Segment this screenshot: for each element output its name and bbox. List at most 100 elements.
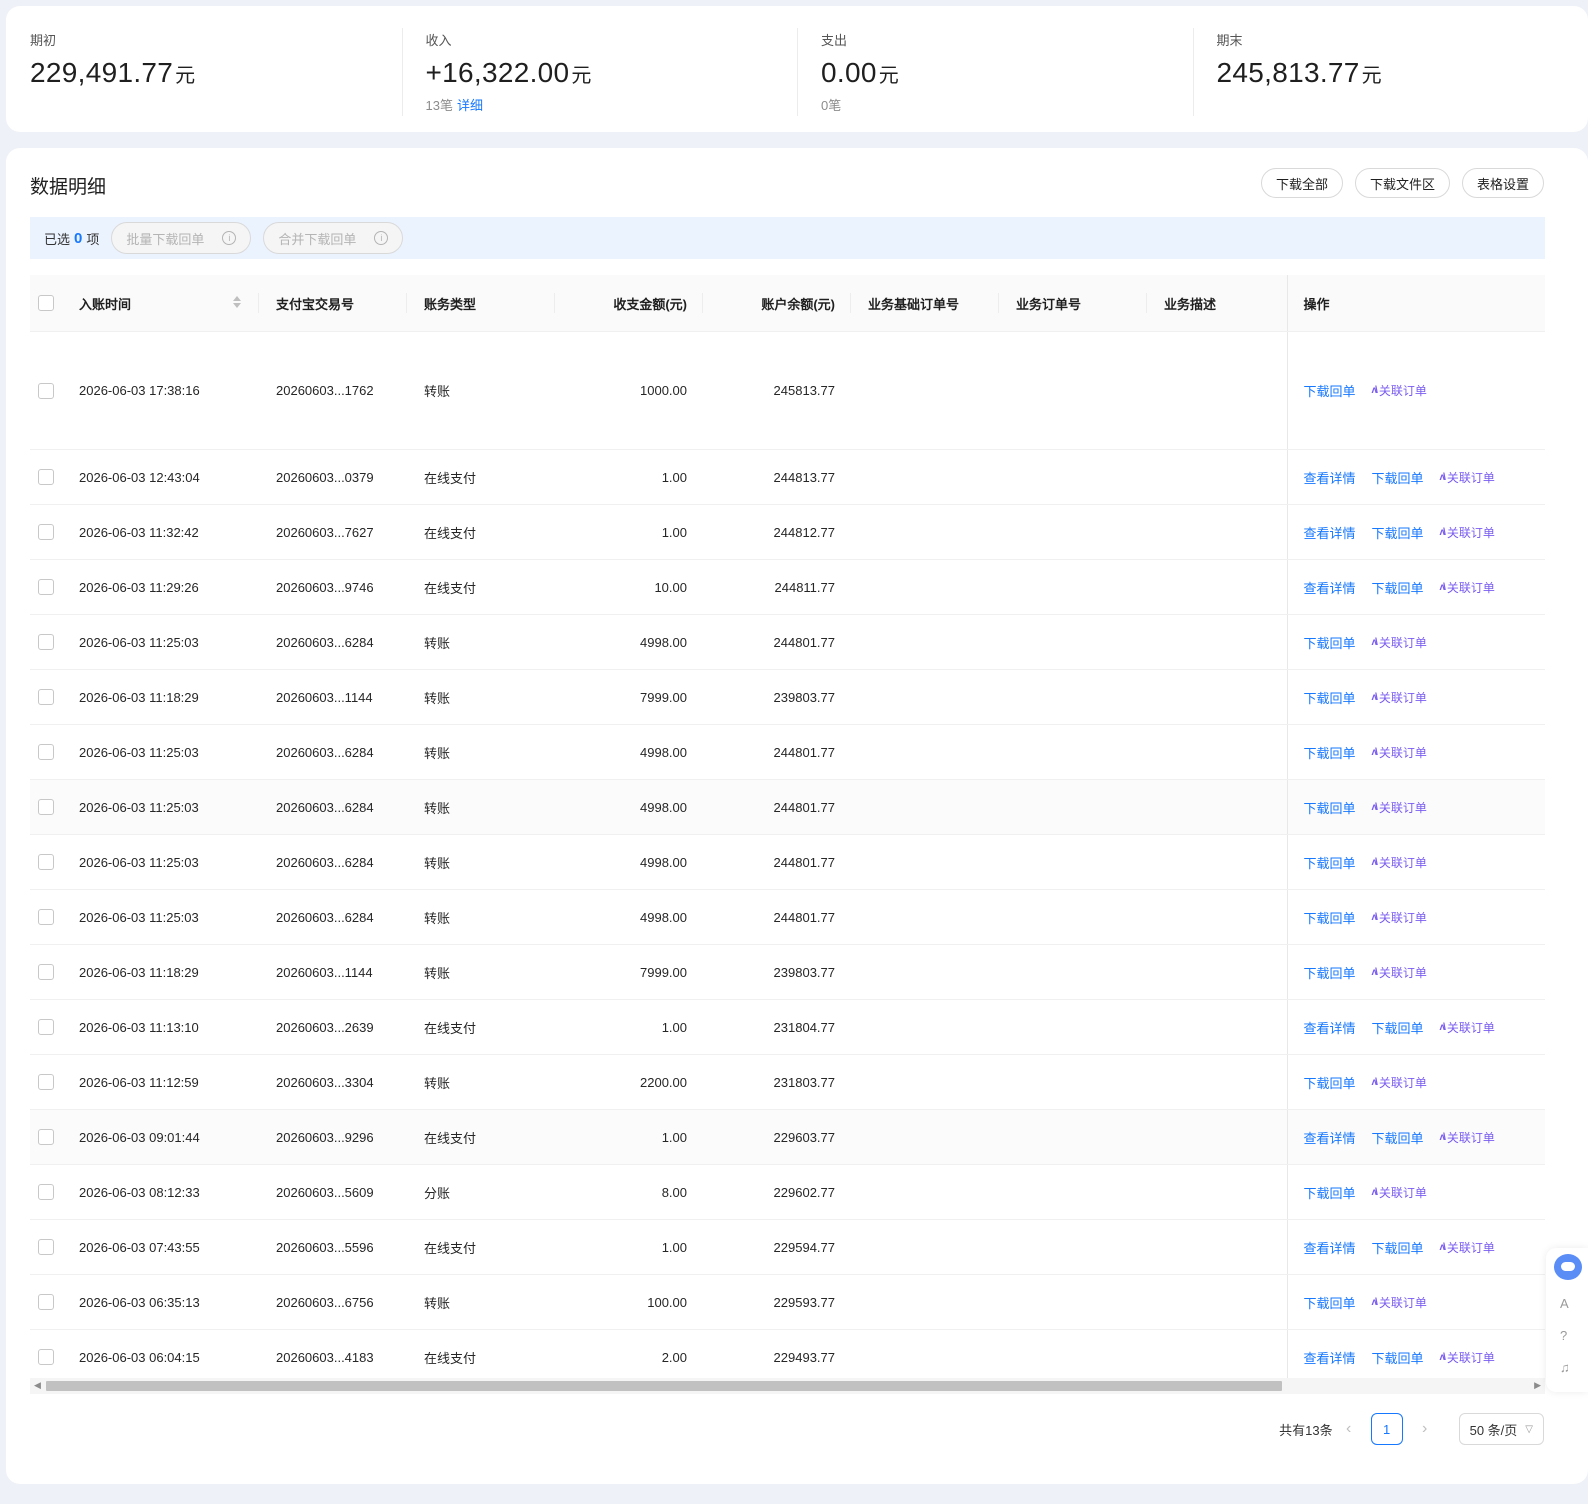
link-order-label: 关联订单 (1446, 525, 1495, 540)
download-receipt-link[interactable]: 下载回单 (1372, 1238, 1424, 1257)
link-order-link[interactable]: ʌ\ 关联订单 (1372, 1294, 1427, 1311)
row-checkbox[interactable] (38, 382, 54, 399)
link-order-link[interactable]: ʌ\ 关联订单 (1372, 744, 1427, 761)
row-checkbox[interactable] (38, 799, 54, 816)
link-order-link[interactable]: ʌ\ 关联订单 (1440, 1349, 1495, 1366)
link-order-link[interactable]: ʌ\ 关联订单 (1372, 689, 1427, 706)
download-receipt-link[interactable]: 下载回单 (1304, 1183, 1356, 1202)
view-detail-link[interactable]: 查看详情 (1304, 1348, 1356, 1367)
cell-time: 2026-06-03 08:12:33 (62, 1164, 259, 1220)
view-detail-link[interactable]: 查看详情 (1304, 1238, 1356, 1257)
view-detail-link[interactable]: 查看详情 (1304, 1018, 1356, 1037)
row-checkbox[interactable] (38, 634, 54, 651)
link-order-link[interactable]: ʌ\ 关联订单 (1440, 469, 1495, 486)
link-order-link[interactable]: ʌ\ 关联订单 (1372, 382, 1427, 399)
row-checkbox[interactable] (38, 689, 54, 706)
row-checkbox[interactable] (38, 744, 54, 761)
download-receipt-link[interactable]: 下载回单 (1304, 381, 1356, 400)
robot-icon[interactable] (1554, 1254, 1582, 1280)
page-button[interactable]: 1 (1370, 1413, 1403, 1445)
download-receipt-link[interactable]: 下载回单 (1304, 1293, 1356, 1312)
link-order-link[interactable]: ʌ\ 关联订单 (1440, 579, 1495, 596)
link-order-label: 关联订单 (1446, 470, 1495, 485)
headset-icon[interactable]: ♫ (1560, 1360, 1570, 1375)
next-page-icon[interactable]: › (1409, 1420, 1441, 1438)
download-receipt-link[interactable]: 下载回单 (1372, 578, 1424, 597)
row-checkbox[interactable] (38, 1184, 54, 1201)
download-receipt-link[interactable]: 下载回单 (1304, 963, 1356, 982)
link-order-link[interactable]: ʌ\ 关联订单 (1440, 1239, 1495, 1256)
row-checkbox[interactable] (38, 1294, 54, 1311)
link-order-label: 关联订单 (1446, 1240, 1495, 1255)
link-order-link[interactable]: ʌ\ 关联订单 (1372, 799, 1427, 816)
cell-ops: 下载回单 ʌ\ 关联订单 (1286, 614, 1545, 670)
row-actions: 查看详情 下载回单 ʌ\ 关联订单 (1304, 1238, 1495, 1257)
view-detail-link[interactable]: 查看详情 (1304, 468, 1356, 487)
floating-assistant[interactable]: A ? ♫ (1546, 1248, 1588, 1392)
cell-balance: 239803.77 (703, 944, 851, 1000)
download-receipt-link[interactable]: 下载回单 (1372, 1018, 1424, 1037)
download-all-button[interactable]: 下载全部 (1260, 168, 1343, 198)
link-order-link[interactable]: ʌ\ 关联订单 (1440, 1019, 1495, 1036)
download-receipt-link[interactable]: 下载回单 (1304, 798, 1356, 817)
income-detail-link[interactable]: 详细 (457, 98, 483, 113)
row-checkbox[interactable] (38, 1019, 54, 1036)
cell-ops: 查看详情 下载回单 ʌ\ 关联订单 (1286, 999, 1545, 1055)
row-checkbox[interactable] (38, 524, 54, 541)
link-order-link[interactable]: ʌ\ 关联订单 (1440, 524, 1495, 541)
view-detail-link[interactable]: 查看详情 (1304, 523, 1356, 542)
row-checkbox[interactable] (38, 1129, 54, 1146)
link-order-label: 关联订单 (1378, 910, 1427, 925)
table-settings-button[interactable]: 表格设置 (1461, 168, 1544, 198)
view-detail-link[interactable]: 查看详情 (1304, 578, 1356, 597)
download-area-button[interactable]: 下载文件区 (1354, 168, 1450, 198)
letter-a-icon[interactable]: A (1560, 1296, 1569, 1311)
link-order-link[interactable]: ʌ\ 关联订单 (1372, 634, 1427, 651)
scroll-left-icon[interactable]: ◀ (34, 1380, 41, 1391)
row-checkbox[interactable] (38, 1349, 54, 1366)
batch-download-button[interactable]: 批量下载回单 i (111, 222, 252, 254)
row-checkbox[interactable] (38, 964, 54, 981)
cell-type: 转账 (407, 1054, 555, 1110)
row-checkbox[interactable] (38, 909, 54, 926)
merge-download-button[interactable]: 合并下载回单 i (263, 222, 404, 254)
horizontal-scrollbar[interactable]: ◀ ▶ (30, 1378, 1545, 1394)
page-size-select[interactable]: 50 条/页 ▽ (1458, 1413, 1544, 1445)
download-receipt-link[interactable]: 下载回单 (1304, 853, 1356, 872)
cell-base-order (851, 1109, 999, 1165)
scroll-right-icon[interactable]: ▶ (1534, 1380, 1541, 1391)
cell-time: 2026-06-03 11:25:03 (62, 724, 259, 780)
download-receipt-link[interactable]: 下载回单 (1304, 633, 1356, 652)
link-order-link[interactable]: ʌ\ 关联订单 (1372, 854, 1427, 871)
download-receipt-link[interactable]: 下载回单 (1304, 688, 1356, 707)
download-receipt-link[interactable]: 下载回单 (1304, 743, 1356, 762)
row-checkbox[interactable] (38, 854, 54, 871)
download-receipt-link[interactable]: 下载回单 (1372, 523, 1424, 542)
cell-trade-no: 20260603...6284 (259, 614, 407, 670)
link-order-link[interactable]: ʌ\ 关联订单 (1372, 909, 1427, 926)
help-icon[interactable]: ? (1560, 1328, 1567, 1343)
row-checkbox[interactable] (38, 1074, 54, 1091)
download-receipt-link[interactable]: 下载回单 (1372, 1348, 1424, 1367)
link-order-link[interactable]: ʌ\ 关联订单 (1372, 964, 1427, 981)
prev-page-icon[interactable]: ‹ (1333, 1420, 1365, 1438)
view-detail-link[interactable]: 查看详情 (1304, 1128, 1356, 1147)
scrollbar-thumb[interactable] (46, 1381, 1282, 1391)
row-checkbox[interactable] (38, 1239, 54, 1256)
download-receipt-link[interactable]: 下载回单 (1372, 468, 1424, 487)
download-receipt-link[interactable]: 下载回单 (1372, 1128, 1424, 1147)
stat-income: 收入 +16,322.00 元 13笔 详细 (401, 6, 798, 132)
row-actions: 下载回单 ʌ\ 关联订单 (1304, 908, 1427, 927)
cell-ops: 下载回单 ʌ\ 关联订单 (1286, 724, 1545, 780)
link-order-link[interactable]: ʌ\ 关联订单 (1372, 1074, 1427, 1091)
select-all-checkbox[interactable] (38, 295, 54, 312)
cell-type: 在线支付 (407, 559, 555, 615)
sort-icon[interactable] (233, 296, 241, 308)
link-order-link[interactable]: ʌ\ 关联订单 (1372, 1184, 1427, 1201)
row-checkbox[interactable] (38, 579, 54, 596)
download-receipt-link[interactable]: 下载回单 (1304, 1073, 1356, 1092)
link-order-link[interactable]: ʌ\ 关联订单 (1440, 1129, 1495, 1146)
row-checkbox[interactable] (38, 469, 54, 486)
header-time[interactable]: 入账时间 (62, 275, 259, 332)
download-receipt-link[interactable]: 下载回单 (1304, 908, 1356, 927)
